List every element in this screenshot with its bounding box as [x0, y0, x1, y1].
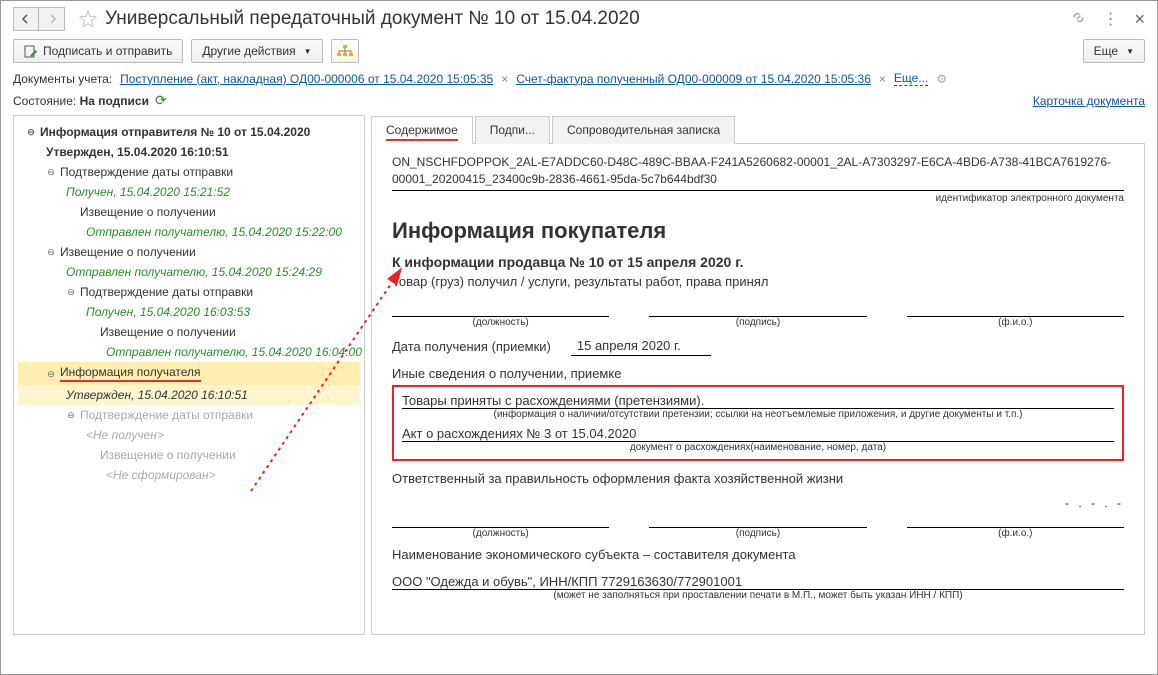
doc-title: Информация покупателя — [392, 218, 1124, 244]
tree-n3b-status: <Не сформирован> — [18, 465, 360, 485]
sublabel-fio: (ф.и.о.) — [907, 317, 1124, 328]
date-value: 15 апреля 2020 г. — [571, 338, 711, 356]
doc-link-1[interactable]: Поступление (акт, накладная) ОД00-000006… — [120, 72, 493, 86]
tree-n2[interactable]: ⊖Извещение о получении — [18, 242, 360, 262]
act-text: Акт о расхождениях № 3 от 15.04.2020 — [402, 424, 1114, 442]
kebab-icon[interactable]: ⋮ — [1102, 9, 1118, 29]
doc-text-received: Товар (груз) получил / услуги, результат… — [392, 274, 1124, 289]
tree-n3-status: Утвержден, 15.04.2020 16:10:51 — [18, 385, 360, 405]
sign-send-label: Подписать и отправить — [43, 44, 172, 58]
docs-more-link[interactable]: Еще... — [894, 71, 928, 86]
gear-icon[interactable]: ⚙ — [936, 72, 947, 86]
claims-text: Товары приняты с расхождениями (претензи… — [402, 391, 1114, 409]
structure-button[interactable] — [331, 39, 359, 63]
other-actions-label: Другие действия — [202, 44, 295, 58]
mp-label: М.П. — [422, 631, 449, 635]
docs-label: Документы учета: — [13, 72, 112, 86]
state-value: На подписи — [80, 94, 149, 108]
tree-n1a-status: Отправлен получателю, 15.04.2020 15:22:0… — [18, 222, 360, 242]
doc-subtitle: К информации продавца № 10 от 15 апреля … — [392, 254, 1124, 270]
star-icon[interactable] — [79, 10, 97, 28]
more-button[interactable]: Еще ▼ — [1083, 39, 1145, 63]
tree-pane: ⊖Информация отправителя № 10 от 15.04.20… — [13, 115, 365, 635]
tab-cover-note[interactable]: Сопроводительная записка — [552, 116, 735, 144]
document-preview: ON_NSCHFDOPPOK_2AL-E7ADDC60-D48C-489C-BB… — [371, 144, 1145, 635]
tree-n1-status: Получен, 15.04.2020 15:21:52 — [18, 182, 360, 202]
nav-back[interactable] — [13, 7, 39, 31]
tree-root[interactable]: ⊖Информация отправителя № 10 от 15.04.20… — [18, 122, 360, 142]
close-icon[interactable]: × — [1134, 9, 1145, 30]
tree-n1[interactable]: ⊖Подтверждение даты отправки — [18, 162, 360, 182]
responsible-label: Ответственный за правильность оформления… — [392, 471, 1124, 486]
org-sub: (может не заполняться при проставлении п… — [392, 590, 1124, 601]
tree-n3a-status: <Не получен> — [18, 425, 360, 445]
refresh-icon[interactable]: ⟳ — [155, 92, 167, 109]
doc-id: ON_NSCHFDOPPOK_2AL-E7ADDC60-D48C-489C-BB… — [392, 154, 1124, 191]
tree-root-status: Утвержден, 15.04.2020 16:10:51 — [18, 142, 360, 162]
state-label: Состояние: — [13, 94, 76, 108]
tree-n3a[interactable]: ⊖Подтверждение даты отправки — [18, 405, 360, 425]
org-value: ООО "Одежда и обувь", ИНН/КПП 7729163630… — [392, 572, 1124, 590]
nav-forward[interactable] — [39, 7, 65, 31]
page-title: Универсальный передаточный документ № 10… — [105, 8, 1071, 30]
tree-n2a[interactable]: ⊖Подтверждение даты отправки — [18, 282, 360, 302]
discrepancy-box: Товары приняты с расхождениями (претензи… — [392, 385, 1124, 461]
act-sub: документ о расхождениях(наименование, но… — [402, 442, 1114, 453]
doc-link-1-remove[interactable]: × — [501, 72, 508, 86]
other-info-label: Иные сведения о получении, приемке — [392, 366, 1124, 381]
tab-signatures[interactable]: Подпи... — [475, 116, 550, 144]
tree-n2-status: Отправлен получателю, 15.04.2020 15:24:2… — [18, 262, 360, 282]
document-card-link[interactable]: Карточка документа — [1033, 94, 1145, 108]
other-actions-button[interactable]: Другие действия ▼ — [191, 39, 322, 63]
claims-sub: (информация о наличии/отсутствии претенз… — [402, 409, 1114, 420]
sign-and-send-button[interactable]: Подписать и отправить — [13, 39, 183, 63]
tree-n2a-status: Получен, 15.04.2020 16:03:53 — [18, 302, 360, 322]
tree-n2b-status: Отправлен получателю, 15.04.2020 16:04:0… — [18, 342, 360, 362]
tree-n2b[interactable]: Извещение о получении — [18, 322, 360, 342]
link-icon[interactable] — [1071, 10, 1086, 28]
doc-link-2-remove[interactable]: × — [879, 72, 886, 86]
econ-subject-label: Наименование экономического субъекта – с… — [392, 547, 1124, 562]
dash-line: - . - . - — [392, 496, 1124, 510]
tree-n3-selected[interactable]: ⊖Информация получателя — [18, 362, 360, 385]
tree-n1a[interactable]: Извещение о получении — [18, 202, 360, 222]
tab-content[interactable]: Содержимое — [371, 116, 473, 144]
sublabel-post: (должность) — [392, 317, 609, 328]
date-label: Дата получения (приемки) — [392, 339, 551, 354]
doc-link-2[interactable]: Счет-фактура полученный ОД00-000009 от 1… — [516, 72, 871, 86]
sublabel-sign: (подпись) — [649, 317, 866, 328]
doc-id-label: идентификатор электронного документа — [392, 193, 1124, 204]
tree-n3b[interactable]: Извещение о получении — [18, 445, 360, 465]
more-label: Еще — [1094, 44, 1118, 58]
